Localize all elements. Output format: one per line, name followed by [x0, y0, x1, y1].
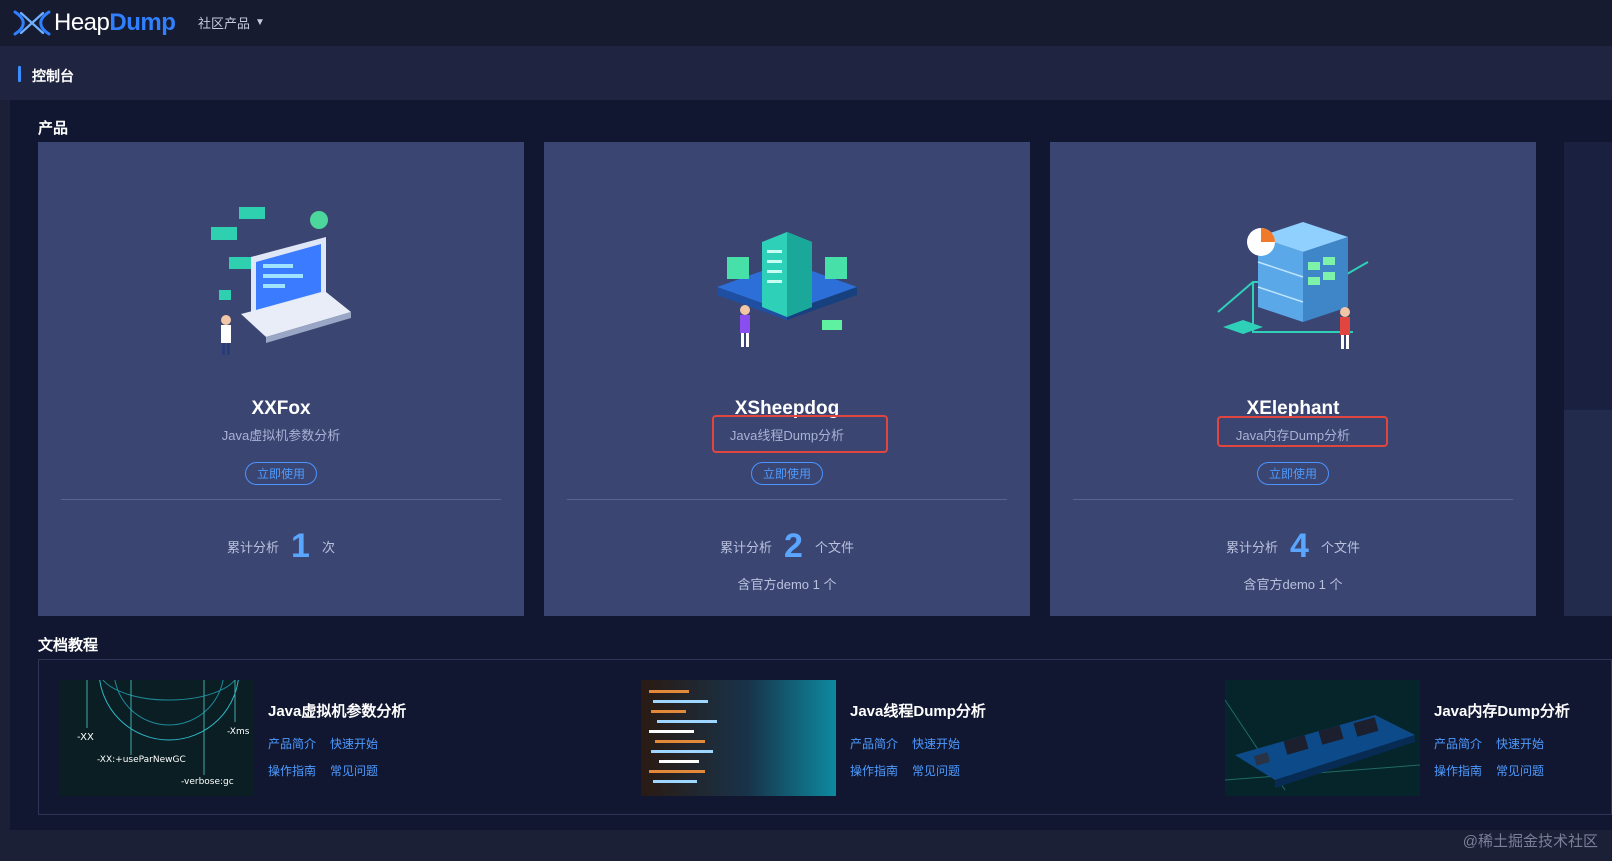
caret-down-icon: ▼: [255, 17, 265, 28]
page-title: 控制台: [32, 68, 74, 84]
thumb-label: -XX: [77, 732, 94, 743]
memory-cube-illustration-icon: [1217, 222, 1369, 349]
product-card-xxfox: XXFox Java虚拟机参数分析 立即使用 累计分析 1 次: [38, 142, 524, 616]
doc-link-intro[interactable]: 产品简介: [268, 735, 316, 752]
thumb-label: -verbose:gc: [181, 777, 234, 787]
breadcrumb-accent-bar: [18, 66, 21, 82]
stat-prefix: 累计分析: [720, 539, 773, 555]
analysis-stat: 累计分析 4 个文件: [1050, 526, 1536, 566]
doc-link-guide[interactable]: 操作指南: [268, 762, 316, 779]
logo-dump-text: Dump: [109, 9, 176, 36]
stat-note: 含官方demo 1 个: [737, 577, 837, 592]
card-divider: [61, 499, 501, 500]
doc-item-memory-dump: Java内存Dump分析 产品简介 快速开始 操作指南 常见问题: [1225, 680, 1611, 798]
docs-panel: -XX -Xms -XX:+useParNewGC -verbose:gc Ja…: [38, 659, 1612, 815]
doc-thumbnail-memory[interactable]: [1225, 680, 1420, 796]
doc-link-faq[interactable]: 常见问题: [1496, 762, 1544, 779]
product-card-xsheepdog: XSheepdog Java线程Dump分析 立即使用 累计分析 2 个文件 含…: [544, 142, 1030, 616]
doc-link-faq[interactable]: 常见问题: [912, 762, 960, 779]
product-name: XXFox: [251, 398, 311, 419]
doc-item-thread-dump: Java线程Dump分析 产品简介 快速开始 操作指南 常见问题: [641, 680, 1201, 798]
laptop-illustration-icon: [211, 207, 351, 355]
thumb-label: -Xms: [227, 727, 250, 737]
doc-title[interactable]: Java线程Dump分析: [850, 700, 986, 721]
doc-title[interactable]: Java内存Dump分析: [1434, 700, 1570, 721]
use-now-button-xsheepdog[interactable]: 立即使用: [751, 462, 823, 485]
stat-unit: 个文件: [1320, 539, 1360, 555]
doc-link-quickstart[interactable]: 快速开始: [330, 735, 378, 752]
use-now-button-xxfox[interactable]: 立即使用: [245, 462, 317, 485]
stat-unit: 次: [321, 539, 335, 555]
watermark: @稀土掘金技术社区: [1462, 833, 1598, 850]
heapdump-logo[interactable]: HeapDump: [12, 9, 182, 37]
product-subtitle: Java虚拟机参数分析: [221, 428, 341, 443]
use-now-button-xelephant[interactable]: 立即使用: [1257, 462, 1329, 485]
products-section-title: 产品: [38, 120, 69, 137]
thumb-label: -XX:+useParNewGC: [97, 755, 186, 765]
highlight-box-thread-dump: [712, 415, 888, 453]
doc-thumbnail-jvm[interactable]: -XX -Xms -XX:+useParNewGC -verbose:gc: [59, 680, 254, 796]
globe-network-thumbnail-icon: -XX -Xms -XX:+useParNewGC -verbose:gc: [59, 680, 254, 796]
doc-thumbnail-thread[interactable]: [641, 680, 836, 796]
analysis-stat: 累计分析 1 次: [38, 526, 524, 566]
community-products-label: 社区产品: [198, 16, 251, 31]
right-side-panel-lower: [1564, 410, 1612, 616]
highlight-box-memory-dump: [1217, 416, 1388, 447]
circuit-board-thumbnail-icon: [1225, 680, 1420, 796]
doc-link-intro[interactable]: 产品简介: [1434, 735, 1482, 752]
stat-unit: 个文件: [814, 539, 854, 555]
doc-link-guide[interactable]: 操作指南: [1434, 762, 1482, 779]
stat-note: 含官方demo 1 个: [1243, 577, 1343, 592]
doc-link-intro[interactable]: 产品简介: [850, 735, 898, 752]
doc-item-jvm-params: -XX -Xms -XX:+useParNewGC -verbose:gc Ja…: [59, 680, 619, 798]
logo-wordmark: HeapDump: [54, 9, 176, 37]
card-divider: [1073, 499, 1513, 500]
doc-title[interactable]: Java虚拟机参数分析: [268, 700, 406, 721]
logo-heap-text: Heap: [54, 9, 110, 36]
doc-link-faq[interactable]: 常见问题: [330, 762, 378, 779]
stat-prefix: 累计分析: [227, 539, 280, 555]
stat-value: 1: [291, 527, 310, 565]
card-divider: [567, 499, 1007, 500]
doc-link-quickstart[interactable]: 快速开始: [1496, 735, 1544, 752]
top-navigation-bar: HeapDump 社区产品 ▼: [0, 0, 1612, 46]
heapdump-logo-icon: [13, 10, 51, 36]
breadcrumb-bar: [0, 46, 1612, 100]
server-tower-illustration-icon: [717, 232, 857, 347]
stat-value: 2: [784, 527, 803, 565]
doc-link-guide[interactable]: 操作指南: [850, 762, 898, 779]
docs-section-title: 文档教程: [38, 637, 99, 654]
code-screen-thumbnail-icon: [641, 680, 836, 796]
stat-value: 4: [1290, 527, 1309, 565]
doc-link-quickstart[interactable]: 快速开始: [912, 735, 960, 752]
stat-prefix: 累计分析: [1226, 539, 1279, 555]
community-products-menu[interactable]: 社区产品 ▼: [198, 13, 265, 32]
analysis-stat: 累计分析 2 个文件: [544, 526, 1030, 566]
product-card-xelephant: XElephant Java内存Dump分析 立即使用 累计分析 4 个文件 含…: [1050, 142, 1536, 616]
